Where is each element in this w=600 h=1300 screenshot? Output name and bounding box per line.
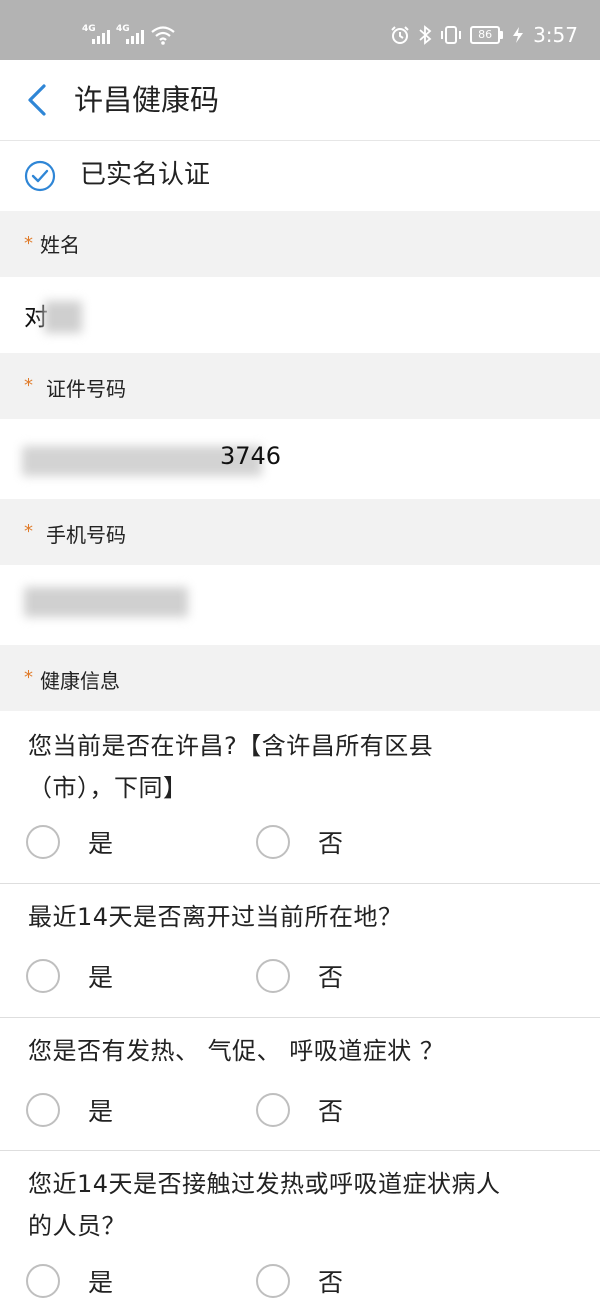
- option-no[interactable]: 否: [256, 1092, 343, 1128]
- option-yes[interactable]: 是: [26, 958, 113, 994]
- option-yes[interactable]: 是: [26, 1263, 113, 1299]
- option-yes[interactable]: 是: [26, 824, 113, 860]
- radio-button[interactable]: [256, 825, 290, 859]
- radio-button[interactable]: [256, 959, 290, 993]
- back-button[interactable]: [22, 82, 56, 118]
- health-label: 健康信息: [40, 669, 120, 693]
- question-line: 您是否有发热、 气促、 呼吸道症状 ？: [28, 1037, 445, 1065]
- alarm-icon: [391, 26, 409, 44]
- status-right: 86 3:57: [390, 23, 578, 47]
- nav-bar: 许昌健康码: [0, 60, 600, 141]
- name-label: 姓名: [40, 233, 80, 257]
- bluetooth-icon: [419, 25, 432, 45]
- signal-icon: 4G: [116, 24, 146, 46]
- option-label: 否: [318, 829, 344, 858]
- question-4: 您近14天是否接触过发热或呼吸道症状病人 的人员？ 是 否: [0, 1151, 600, 1300]
- health-label-row: * 健康信息: [0, 645, 600, 711]
- verified-row: 已实名认证: [0, 141, 600, 211]
- option-label: 是: [88, 1268, 114, 1297]
- option-label: 否: [318, 1268, 344, 1297]
- question-2: 最近14天是否离开过当前所在地？ 是 否: [0, 884, 600, 1018]
- vibrate-icon: [441, 26, 462, 44]
- required-star: *: [24, 521, 33, 542]
- battery-level: 86: [470, 26, 501, 44]
- verified-check-icon: [24, 160, 56, 192]
- required-star: *: [24, 233, 33, 254]
- phone-label: 手机号码: [46, 523, 126, 547]
- option-label: 否: [318, 963, 344, 992]
- name-field[interactable]: 对: [0, 277, 600, 353]
- question-text: 您近14天是否接触过发热或呼吸道症状病人 的人员？: [28, 1163, 588, 1247]
- back-chevron-icon: [28, 84, 46, 116]
- required-star: *: [24, 375, 33, 396]
- signal-icon: 4G: [82, 24, 112, 46]
- id-label: 证件号码: [46, 377, 126, 401]
- required-star: *: [24, 667, 33, 688]
- question-line: 最近14天是否离开过当前所在地？: [28, 903, 403, 931]
- page-title: 许昌健康码: [74, 83, 220, 117]
- id-value: 3746: [220, 442, 282, 470]
- radio-button[interactable]: [26, 1264, 60, 1298]
- option-label: 否: [318, 1097, 344, 1126]
- option-label: 是: [88, 829, 114, 858]
- option-no[interactable]: 否: [256, 1263, 343, 1299]
- question-text: 您当前是否在许昌?【含许昌所有区县 （市），下同】: [28, 725, 588, 809]
- radio-button[interactable]: [26, 825, 60, 859]
- phone-label-row: * 手机号码: [0, 499, 600, 565]
- battery-icon: 86: [470, 26, 504, 44]
- question-line: 您当前是否在许昌?【含许昌所有区县: [28, 732, 434, 760]
- status-bar: 4G 4G 86 3:57: [0, 0, 600, 60]
- redaction-blur: [24, 587, 188, 617]
- redaction-blur: [44, 301, 82, 333]
- question-line: 您近14天是否接触过发热或呼吸道症状病人: [28, 1170, 501, 1198]
- question-3: 您是否有发热、 气促、 呼吸道症状 ？ 是 否: [0, 1018, 600, 1151]
- id-field[interactable]: 3746: [0, 422, 600, 498]
- option-label: 是: [88, 1097, 114, 1126]
- radio-button[interactable]: [256, 1093, 290, 1127]
- phone-field[interactable]: [0, 567, 600, 643]
- id-label-row: * 证件号码: [0, 353, 600, 419]
- option-label: 是: [88, 963, 114, 992]
- radio-button[interactable]: [26, 1093, 60, 1127]
- question-line: 的人员？: [28, 1212, 126, 1240]
- question-1: 您当前是否在许昌?【含许昌所有区县 （市），下同】 是 否: [0, 711, 600, 884]
- question-text: 最近14天是否离开过当前所在地？: [28, 896, 588, 938]
- radio-button[interactable]: [26, 959, 60, 993]
- status-left: 4G 4G: [82, 22, 176, 46]
- option-yes[interactable]: 是: [26, 1092, 113, 1128]
- option-no[interactable]: 否: [256, 824, 343, 860]
- status-time: 3:57: [533, 23, 578, 47]
- verified-label: 已实名认证: [80, 160, 211, 190]
- option-no[interactable]: 否: [256, 958, 343, 994]
- wifi-icon: [151, 26, 175, 45]
- question-text: 您是否有发热、 气促、 呼吸道症状 ？: [28, 1030, 588, 1072]
- name-label-row: * 姓名: [0, 211, 600, 277]
- charging-icon: [513, 27, 524, 43]
- question-line: （市），下同】: [28, 774, 188, 802]
- radio-button[interactable]: [256, 1264, 290, 1298]
